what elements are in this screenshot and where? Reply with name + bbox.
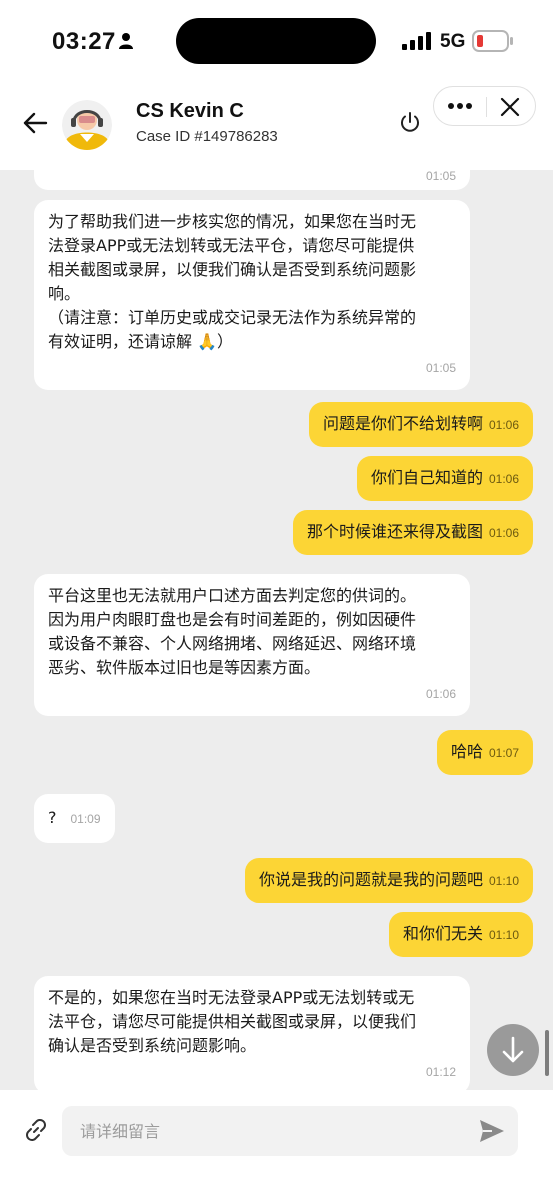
message-bubble-agent: 平台这里也无法就用户口述方面去判定您的供词的。 因为用户肉眼盯盘也是会有时间差距… (34, 574, 470, 716)
agent-avatar (62, 100, 112, 150)
scroll-to-bottom-button[interactable] (487, 1024, 539, 1076)
chat-header: CS Kevin C Case ID #149786283 (0, 84, 553, 170)
message-text: 哈哈 (450, 742, 483, 761)
input-bar (0, 1090, 553, 1200)
message-bubble-user: 和你们无关 01:10 (388, 912, 533, 957)
message-text: 为了帮助我们进一步核实您的情况，如果您在当时无 法登录APP或无法划转或无法平仓… (48, 212, 417, 351)
capsule-divider (486, 97, 487, 117)
message-time: 01:06 (425, 687, 456, 701)
message-bubble-user: 问题是你们不给划转啊 01:06 (308, 402, 533, 447)
message-time: 01:06 (488, 418, 519, 432)
mini-program-capsule (433, 86, 536, 126)
message-bubble-agent: 01:05 (34, 170, 470, 190)
message-input[interactable] (62, 1106, 518, 1156)
message-text: 你们自己知道的 (370, 468, 483, 487)
message-text: 问题是你们不给划转啊 (322, 414, 483, 433)
link-icon[interactable] (22, 1116, 50, 1148)
signal-icon (402, 32, 432, 54)
power-icon[interactable] (398, 110, 422, 138)
message-bubble-agent: 为了帮助我们进一步核实您的情况，如果您在当时无 法登录APP或无法划转或无法平仓… (34, 200, 470, 390)
message-bubble-user: 你说是我的问题就是我的问题吧 01:10 (244, 858, 533, 903)
back-arrow-icon[interactable] (20, 108, 50, 142)
network-type: 5G (440, 31, 466, 52)
case-id: Case ID #149786283 (136, 128, 278, 145)
message-time: 01:05 (425, 170, 456, 183)
message-time: 01:09 (70, 812, 101, 826)
message-time: 01:06 (488, 472, 519, 486)
message-time: 01:10 (488, 928, 519, 942)
message-time: 01:05 (425, 361, 456, 375)
person-icon (118, 32, 134, 54)
scrollbar[interactable] (545, 1030, 549, 1076)
message-time: 01:06 (488, 526, 519, 540)
message-time: 01:12 (425, 1065, 456, 1079)
message-text: 平台这里也无法就用户口述方面去判定您的供词的。 因为用户肉眼盯盘也是会有时间差距… (48, 586, 417, 677)
send-icon[interactable] (478, 1118, 506, 1148)
message-time: 01:07 (488, 746, 519, 760)
message-text: 你说是我的问题就是我的问题吧 (258, 870, 483, 889)
message-bubble-user: 你们自己知道的 01:06 (356, 456, 533, 501)
message-text: 和你们无关 (402, 924, 483, 943)
message-time: 01:10 (488, 874, 519, 888)
message-text: 不是的，如果您在当时无法登录APP或无法划转或无 法平仓，请您尽可能提供相关截图… (48, 988, 417, 1055)
close-icon[interactable] (498, 95, 522, 123)
message-bubble-user: 那个时候谁还来得及截图 01:06 (292, 510, 533, 555)
message-bubble-agent: ? 01:09 (34, 794, 115, 843)
message-text: ? (48, 808, 57, 827)
agent-name: CS Kevin C (136, 100, 244, 122)
chat-messages[interactable]: 01:05 为了帮助我们进一步核实您的情况，如果您在当时无 法登录APP或无法划… (0, 170, 553, 1090)
message-text: 那个时候谁还来得及截图 (306, 522, 483, 541)
dynamic-island (176, 18, 376, 64)
message-bubble-agent: 不是的，如果您在当时无法登录APP或无法划转或无 法平仓，请您尽可能提供相关截图… (34, 976, 470, 1090)
message-bubble-user: 哈哈 01:07 (436, 730, 533, 775)
more-icon[interactable] (446, 95, 474, 121)
battery-icon (472, 30, 514, 56)
arrow-down-icon (502, 1036, 524, 1063)
status-bar: 03:27 5G (0, 0, 553, 84)
status-time: 03:27 (52, 28, 116, 55)
